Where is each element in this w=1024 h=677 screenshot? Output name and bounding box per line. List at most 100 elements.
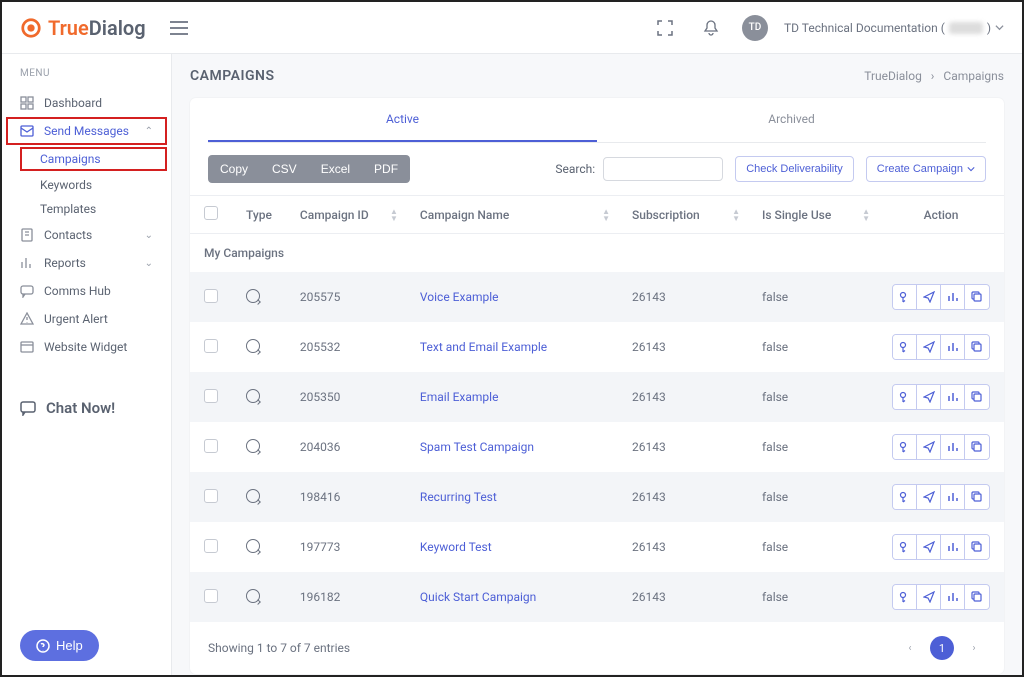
- col-name[interactable]: Campaign Name▲▼: [406, 196, 618, 234]
- send-icon[interactable]: [917, 435, 941, 459]
- search-input[interactable]: [603, 157, 723, 181]
- fullscreen-icon[interactable]: [650, 13, 680, 43]
- chart-icon[interactable]: [941, 335, 965, 359]
- send-icon[interactable]: [917, 335, 941, 359]
- campaign-link[interactable]: Email Example: [420, 390, 499, 404]
- sidebar-item-label: Contacts: [44, 228, 92, 242]
- logo-text-true: True: [48, 16, 89, 40]
- bell-icon[interactable]: [696, 13, 726, 43]
- select-all-checkbox[interactable]: [204, 206, 218, 220]
- page-number[interactable]: 1: [930, 636, 954, 660]
- campaign-link[interactable]: Quick Start Campaign: [420, 590, 536, 604]
- copy-icon[interactable]: [965, 535, 989, 559]
- chat-icon: [20, 284, 34, 298]
- type-icon: [246, 439, 260, 453]
- cell-subscription: 26143: [618, 572, 748, 622]
- cell-single: false: [748, 272, 878, 322]
- col-subscription[interactable]: Subscription▲▼: [618, 196, 748, 234]
- breadcrumb-root[interactable]: TrueDialog: [864, 69, 922, 83]
- sidebar-subitem-templates[interactable]: Templates: [2, 197, 171, 221]
- sidebar-item-send-messages[interactable]: Send Messages ⌃: [6, 117, 167, 145]
- send-icon[interactable]: [917, 385, 941, 409]
- avatar[interactable]: TD: [742, 15, 768, 41]
- tab-active[interactable]: Active: [208, 98, 597, 142]
- row-checkbox[interactable]: [204, 589, 218, 603]
- campaign-link[interactable]: Text and Email Example: [420, 340, 547, 354]
- logo-text-dialog: Dialog: [89, 16, 146, 40]
- sidebar-item-label: Reports: [44, 256, 86, 270]
- copy-icon[interactable]: [965, 385, 989, 409]
- send-icon[interactable]: [917, 285, 941, 309]
- page-prev[interactable]: ‹: [898, 636, 922, 660]
- help-button[interactable]: Help: [20, 630, 99, 661]
- excel-button[interactable]: Excel: [309, 155, 362, 183]
- check-deliverability-button[interactable]: Check Deliverability: [735, 156, 854, 182]
- col-single[interactable]: Is Single Use▲▼: [748, 196, 878, 234]
- send-icon[interactable]: [917, 485, 941, 509]
- edit-icon[interactable]: [893, 385, 917, 409]
- chart-icon[interactable]: [941, 585, 965, 609]
- row-checkbox[interactable]: [204, 439, 218, 453]
- alert-icon: [20, 312, 34, 326]
- copy-icon[interactable]: [965, 585, 989, 609]
- send-icon[interactable]: [917, 585, 941, 609]
- campaign-link[interactable]: Voice Example: [420, 290, 499, 304]
- row-checkbox[interactable]: [204, 539, 218, 553]
- campaign-link[interactable]: Spam Test Campaign: [420, 440, 534, 454]
- breadcrumb-leaf: Campaigns: [943, 69, 1004, 83]
- sidebar-item-website-widget[interactable]: Website Widget: [2, 333, 171, 361]
- sidebar-subitem-keywords[interactable]: Keywords: [2, 173, 171, 197]
- copy-button[interactable]: Copy: [208, 155, 260, 183]
- menu-toggle-icon[interactable]: [170, 21, 188, 35]
- chart-icon[interactable]: [941, 485, 965, 509]
- edit-icon[interactable]: [893, 585, 917, 609]
- cell-single: false: [748, 522, 878, 572]
- col-type[interactable]: Type: [232, 196, 286, 234]
- page-next[interactable]: ›: [962, 636, 986, 660]
- chart-icon[interactable]: [941, 285, 965, 309]
- row-checkbox[interactable]: [204, 339, 218, 353]
- sidebar-subitem-campaigns[interactable]: Campaigns: [20, 147, 167, 171]
- sidebar-item-dashboard[interactable]: Dashboard: [2, 89, 171, 117]
- copy-icon[interactable]: [965, 285, 989, 309]
- sidebar-item-contacts[interactable]: Contacts ⌄: [2, 221, 171, 249]
- csv-button[interactable]: CSV: [260, 155, 309, 183]
- row-checkbox[interactable]: [204, 389, 218, 403]
- logo[interactable]: TrueDialog: [20, 16, 146, 40]
- sidebar-item-comms-hub[interactable]: Comms Hub: [2, 277, 171, 305]
- chart-icon[interactable]: [941, 535, 965, 559]
- cell-id: 198416: [286, 472, 406, 522]
- chat-now-button[interactable]: Chat Now!: [2, 385, 171, 431]
- cell-subscription: 26143: [618, 472, 748, 522]
- edit-icon[interactable]: [893, 435, 917, 459]
- cell-single: false: [748, 572, 878, 622]
- sidebar-item-urgent-alert[interactable]: Urgent Alert: [2, 305, 171, 333]
- edit-icon[interactable]: [893, 485, 917, 509]
- campaign-link[interactable]: Recurring Test: [420, 490, 497, 504]
- row-checkbox[interactable]: [204, 289, 218, 303]
- help-label: Help: [56, 638, 83, 653]
- send-icon[interactable]: [917, 535, 941, 559]
- cell-id: 204036: [286, 422, 406, 472]
- edit-icon[interactable]: [893, 285, 917, 309]
- row-checkbox[interactable]: [204, 489, 218, 503]
- tab-archived[interactable]: Archived: [597, 98, 986, 142]
- copy-icon[interactable]: [965, 485, 989, 509]
- copy-icon[interactable]: [965, 435, 989, 459]
- chart-icon[interactable]: [941, 435, 965, 459]
- table-row: 204036 Spam Test Campaign 26143 false: [190, 422, 1004, 472]
- sort-icon: ▲▼: [862, 208, 870, 222]
- chevron-down-icon: [967, 165, 975, 173]
- edit-icon[interactable]: [893, 335, 917, 359]
- user-menu[interactable]: TD Technical Documentation (): [784, 21, 1004, 35]
- sidebar-item-reports[interactable]: Reports ⌄: [2, 249, 171, 277]
- pdf-button[interactable]: PDF: [362, 155, 410, 183]
- copy-icon[interactable]: [965, 335, 989, 359]
- sidebar-item-label: Urgent Alert: [44, 312, 108, 326]
- campaign-link[interactable]: Keyword Test: [420, 540, 492, 554]
- chevron-down-icon: ⌄: [145, 258, 153, 269]
- create-campaign-button[interactable]: Create Campaign: [866, 156, 986, 182]
- col-id[interactable]: Campaign ID▲▼: [286, 196, 406, 234]
- edit-icon[interactable]: [893, 535, 917, 559]
- chart-icon[interactable]: [941, 385, 965, 409]
